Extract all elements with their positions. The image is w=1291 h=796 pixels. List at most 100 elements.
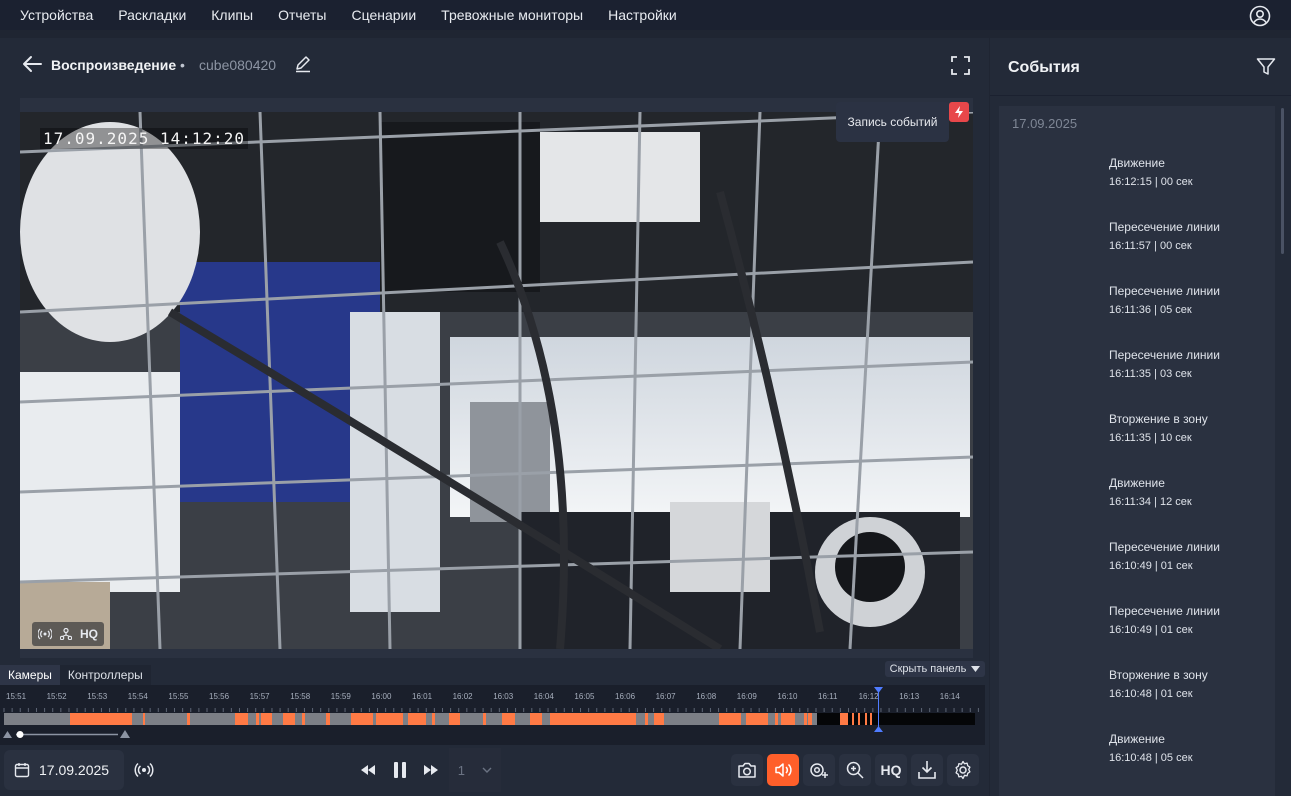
event-item[interactable]: Пересечение линии 16:10:49 | 01 сек xyxy=(1109,540,1269,572)
event-time: 16:12:15 | 00 сек xyxy=(1109,176,1193,188)
event-item[interactable]: Пересечение линии 16:10:49 | 01 сек xyxy=(1109,604,1269,636)
stream-status-bar: HQ xyxy=(32,622,104,646)
chevron-down-icon xyxy=(482,767,492,773)
camera-name: cube080420 xyxy=(199,57,277,73)
event-item[interactable]: Движение 16:11:34 | 12 сек xyxy=(1109,476,1269,508)
event-segment xyxy=(143,713,145,725)
speaker-icon xyxy=(775,763,792,777)
top-navigation: Устройства Раскладки Клипы Отчеты Сценар… xyxy=(0,0,1291,30)
event-time: 16:11:34 | 12 сек xyxy=(1109,496,1192,508)
snapshot-button[interactable] xyxy=(731,754,763,786)
event-segment xyxy=(70,713,132,725)
tick-marks xyxy=(3,708,979,712)
playback-speed-value: 1 xyxy=(457,762,465,778)
timeline-zoom-slider[interactable] xyxy=(0,727,135,741)
calendar-icon xyxy=(14,763,30,778)
event-item[interactable]: Вторжение в зону 16:10:48 | 01 сек xyxy=(1109,668,1269,700)
live-broadcast-icon[interactable] xyxy=(134,760,154,780)
event-segment xyxy=(326,713,330,725)
zoom-slider-graphic xyxy=(3,730,130,738)
quality-badge: HQ xyxy=(80,627,98,641)
audio-button[interactable] xyxy=(767,754,799,786)
settings-button[interactable] xyxy=(947,754,979,786)
playhead-bottom-icon xyxy=(874,726,883,732)
events-title: События xyxy=(1008,59,1080,76)
hide-panel-button[interactable]: Скрыть панель xyxy=(885,661,985,677)
event-item[interactable]: Движение 16:12:15 | 00 сек xyxy=(1109,156,1269,188)
event-segment xyxy=(775,713,778,725)
playhead[interactable] xyxy=(878,689,879,729)
events-scrollbar[interactable] xyxy=(1281,108,1284,254)
event-name: Пересечение линии xyxy=(1109,220,1220,234)
event-item[interactable]: Пересечение линии 16:11:36 | 05 сек xyxy=(1109,284,1269,316)
download-button[interactable] xyxy=(911,754,943,786)
event-segment xyxy=(187,713,190,725)
event-name: Движение xyxy=(1109,156,1165,170)
camera-video-feed[interactable] xyxy=(20,112,973,649)
nav-layouts[interactable]: Раскладки xyxy=(118,7,186,23)
user-profile-icon[interactable] xyxy=(1249,5,1271,27)
fullscreen-icon[interactable] xyxy=(951,56,970,75)
download-icon xyxy=(918,761,936,779)
events-date: 17.09.2025 xyxy=(1012,116,1078,131)
tab-controllers[interactable]: Контроллеры xyxy=(59,665,151,685)
event-segment xyxy=(502,713,515,725)
event-time: 16:10:48 | 05 сек xyxy=(1109,752,1193,764)
event-segment xyxy=(858,713,860,725)
event-item[interactable]: Вторжение в зону 16:11:35 | 10 сек xyxy=(1109,412,1269,444)
playhead-top-icon xyxy=(874,687,883,693)
event-segment xyxy=(804,713,807,725)
event-time: 16:11:35 | 03 сек xyxy=(1109,368,1192,380)
zoom-in-icon xyxy=(846,761,864,779)
event-item[interactable]: Движение 16:10:48 | 05 сек xyxy=(1109,732,1269,764)
back-arrow-icon[interactable] xyxy=(22,55,42,73)
event-name: Пересечение линии xyxy=(1109,348,1220,362)
event-item[interactable]: Пересечение линии 16:11:57 | 00 сек xyxy=(1109,220,1269,252)
event-time: 16:10:49 | 01 сек xyxy=(1109,624,1193,636)
event-name: Пересечение линии xyxy=(1109,284,1220,298)
event-segment xyxy=(808,713,812,725)
event-recording-badge[interactable] xyxy=(949,102,969,122)
event-time: 16:10:48 | 01 сек xyxy=(1109,688,1193,700)
nav-settings[interactable]: Настройки xyxy=(608,7,677,23)
event-recording-tooltip: Запись событий xyxy=(836,102,949,142)
event-item[interactable]: Пересечение линии 16:11:35 | 03 сек xyxy=(1109,348,1269,380)
nav-clips[interactable]: Клипы xyxy=(211,7,253,23)
page-title: Воспроизведение xyxy=(51,57,177,73)
event-name: Вторжение в зону xyxy=(1109,412,1208,426)
hide-panel-label: Скрыть панель xyxy=(889,663,967,675)
nav-scenarios[interactable]: Сценарии xyxy=(351,7,416,23)
filter-icon[interactable] xyxy=(1256,57,1276,77)
event-segment xyxy=(256,713,259,725)
zoom-button[interactable] xyxy=(839,754,871,786)
hq-label: HQ xyxy=(880,762,902,778)
ptz-button[interactable] xyxy=(803,754,835,786)
event-time: 16:11:57 | 00 сек xyxy=(1109,240,1192,252)
event-name: Вторжение в зону xyxy=(1109,668,1208,682)
event-segment xyxy=(483,713,486,725)
rewind-icon[interactable] xyxy=(358,760,378,780)
fast-forward-icon[interactable] xyxy=(421,760,441,780)
panel-tabs: Камеры Контроллеры xyxy=(0,665,151,685)
timeline[interactable]: 15:51 15:52 15:53 15:54 15:55 15:56 15:57 15:58… xyxy=(0,685,985,745)
tab-cameras[interactable]: Камеры xyxy=(0,665,60,685)
edit-pencil-icon[interactable] xyxy=(294,55,312,73)
event-segment xyxy=(852,713,854,725)
title-separator: • xyxy=(180,57,185,73)
event-time: 16:11:36 | 05 сек xyxy=(1109,304,1192,316)
nav-devices[interactable]: Устройства xyxy=(20,7,93,23)
network-icon xyxy=(60,628,72,640)
playback-speed-select[interactable]: 1 xyxy=(449,748,501,792)
recording-track[interactable] xyxy=(4,713,975,725)
nav-reports[interactable]: Отчеты xyxy=(278,7,326,23)
event-segment xyxy=(719,713,741,725)
nav-alarm-monitors[interactable]: Тревожные мониторы xyxy=(441,7,583,23)
events-list[interactable]: 17.09.2025 Движение 16:12:15 | 00 сек Пе… xyxy=(999,106,1275,796)
event-time: 16:10:49 | 01 сек xyxy=(1109,560,1193,572)
hq-button[interactable]: HQ xyxy=(875,754,907,786)
pause-icon[interactable] xyxy=(390,760,410,780)
date-picker[interactable]: 17.09.2025 xyxy=(4,750,124,790)
gear-icon xyxy=(955,760,971,780)
event-name: Движение xyxy=(1109,732,1165,746)
event-name: Движение xyxy=(1109,476,1165,490)
